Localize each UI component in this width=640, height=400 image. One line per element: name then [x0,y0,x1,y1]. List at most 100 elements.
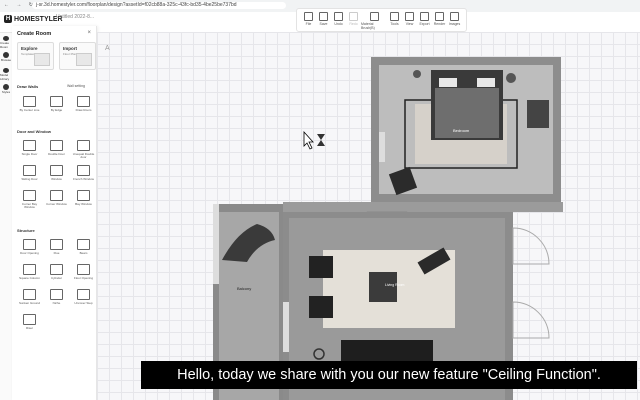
card-sub: Templates [21,52,35,56]
explore-card[interactable]: Explore Templates [17,42,54,70]
template-thumbnail [34,53,50,66]
toolbar-view-button[interactable]: View [402,10,417,30]
floor-opening-icon [77,264,90,275]
design-canvas[interactable]: A Bedroom Balcony Living Room [97,32,640,400]
logo-icon: H [4,15,12,23]
structure-grid: Door Opening Flue Beam Square Column Cylinde… [17,237,96,334]
tool-label: Flue [53,251,60,255]
toolbar-tools-button[interactable]: Tools [387,10,402,30]
tool-label: Floor Opening [73,276,93,280]
nightstand-lamp [506,73,516,83]
desk-chair[interactable] [527,100,549,128]
balcony-window[interactable] [213,204,219,284]
toolbar-render-button[interactable]: Render [432,10,447,30]
toolbar-file-button[interactable]: File [301,10,316,30]
toolbar-undo-button[interactable]: Undo [331,10,346,30]
sunken-ground-icon [23,289,36,300]
tool-niche[interactable]: Niche [44,287,69,309]
cylinder-icon [50,264,63,275]
wall-setting-link[interactable]: Wall setting [67,84,85,88]
view-icon [405,12,414,21]
uncover-step-icon [77,289,90,300]
tool-square-column[interactable]: Square Column [17,262,42,284]
toolbar-material-brush-b-button[interactable]: Material Brush(B) [361,10,387,30]
tool-flue[interactable]: Flue [44,237,69,259]
by-edge-icon [50,96,63,107]
door-window-heading: Door and Window [17,129,51,134]
rail-label: Model Library [0,73,10,81]
tool-floor-opening[interactable]: Floor Opening [71,262,96,284]
draw-room-icon [77,96,90,107]
rail-item-styles[interactable]: Styles [0,84,12,97]
armchair[interactable] [309,256,333,278]
tool-unequal-double-door[interactable]: Unequal Double door [71,138,96,160]
toolbar-save-button[interactable]: Save [316,10,331,30]
draw-walls-heading: Draw Walls [17,84,39,89]
address-bar[interactable]: j-sr.3d.homestyler.com/floorplan/design?… [32,2,286,9]
card-title: Explore [21,46,38,51]
floorplan-thumbnail [76,53,92,66]
tool-label: Cylinder [50,276,62,280]
rail-label: Create Room [0,41,10,49]
room-label-living: Living Room [385,283,405,287]
tool-label: By Center Line [19,108,40,112]
bedroom-window[interactable] [379,132,385,162]
armchair[interactable] [309,296,333,318]
tool-french-window[interactable]: French Window [71,163,96,185]
tool-single-door[interactable]: Single Door [17,138,42,160]
toolbar-label: Redo [349,22,358,26]
import-card[interactable]: Import Floor Plan [59,42,96,70]
tool-by-edge[interactable]: By Edge [44,94,69,116]
tool-label: Single Door [21,152,38,156]
tool-sunken-ground[interactable]: Sunken Ground [17,287,42,309]
coffee-table[interactable] [369,272,397,302]
door-swing[interactable] [512,227,550,265]
tool-label: Unequal Double door [72,151,95,160]
toolbar-images-button[interactable]: Images [447,10,462,30]
redo-icon [349,12,358,21]
undo-icon [334,12,343,21]
structure-heading: Structure [17,228,35,233]
niche-icon [50,289,63,300]
tool-cylinder[interactable]: Cylinder [44,262,69,284]
close-icon[interactable]: × [87,30,91,36]
tool-corner-window[interactable]: Corner Window [44,188,69,210]
toolbar-label: View [405,22,414,26]
brand-logo[interactable]: H HOMESTYLER [4,15,63,23]
toolbar-label: Images [448,22,461,26]
tool-double-door[interactable]: Double Door [44,138,69,160]
flue-icon [50,239,63,250]
tool-draw-room[interactable]: Draw Room [71,94,96,116]
single-door-icon [23,140,36,151]
tool-label: Riser [25,326,33,330]
door-swing[interactable] [512,301,550,339]
rail-item-create-room[interactable]: Create Room [0,36,12,49]
tool-bay-window[interactable]: Bay Window [71,188,96,210]
card-title: Import [63,46,77,51]
unequal-double-door-icon [77,140,90,151]
toolbar-redo-button[interactable]: Redo [346,10,361,30]
tool-corner-bay-window[interactable]: Corner Bay Window [17,188,42,210]
floor-plan: A Bedroom Balcony Living Room [105,45,563,400]
tool-beam[interactable]: Beam [71,237,96,259]
tool-riser[interactable]: Riser [17,312,42,334]
tool-sliding-door[interactable]: Sliding Door [17,163,42,185]
door-window-grid: Single Door Double Door Unequal Double doo… [17,138,96,210]
create-room-panel: Create Room × Explore Templates Import F… [12,26,97,400]
tool-by-center-line[interactable]: By Center Line [17,94,42,116]
living-window[interactable] [283,302,289,352]
tool-uncover-step[interactable]: Uncover Step [71,287,96,309]
tool-window[interactable]: Window [44,163,69,185]
tool-label: Uncover Step [74,301,93,305]
room-label-balcony: Balcony [237,286,251,291]
project-name[interactable]: Untitled 2022-8... [56,14,94,20]
tool-door-opening[interactable]: Door Opening [17,237,42,259]
tool-label: Corner Bay Window [21,201,38,210]
rail-item-model-library[interactable]: Model Library [0,68,12,81]
toolbar-label: Material Brush(B) [361,22,375,30]
toolbar-export-button[interactable]: Export [417,10,432,30]
tool-label: Sliding Door [21,177,38,181]
rail-item-browse[interactable]: Browse [0,52,12,65]
tool-label: Draw Room [75,108,92,112]
corner-window-icon [50,190,63,201]
